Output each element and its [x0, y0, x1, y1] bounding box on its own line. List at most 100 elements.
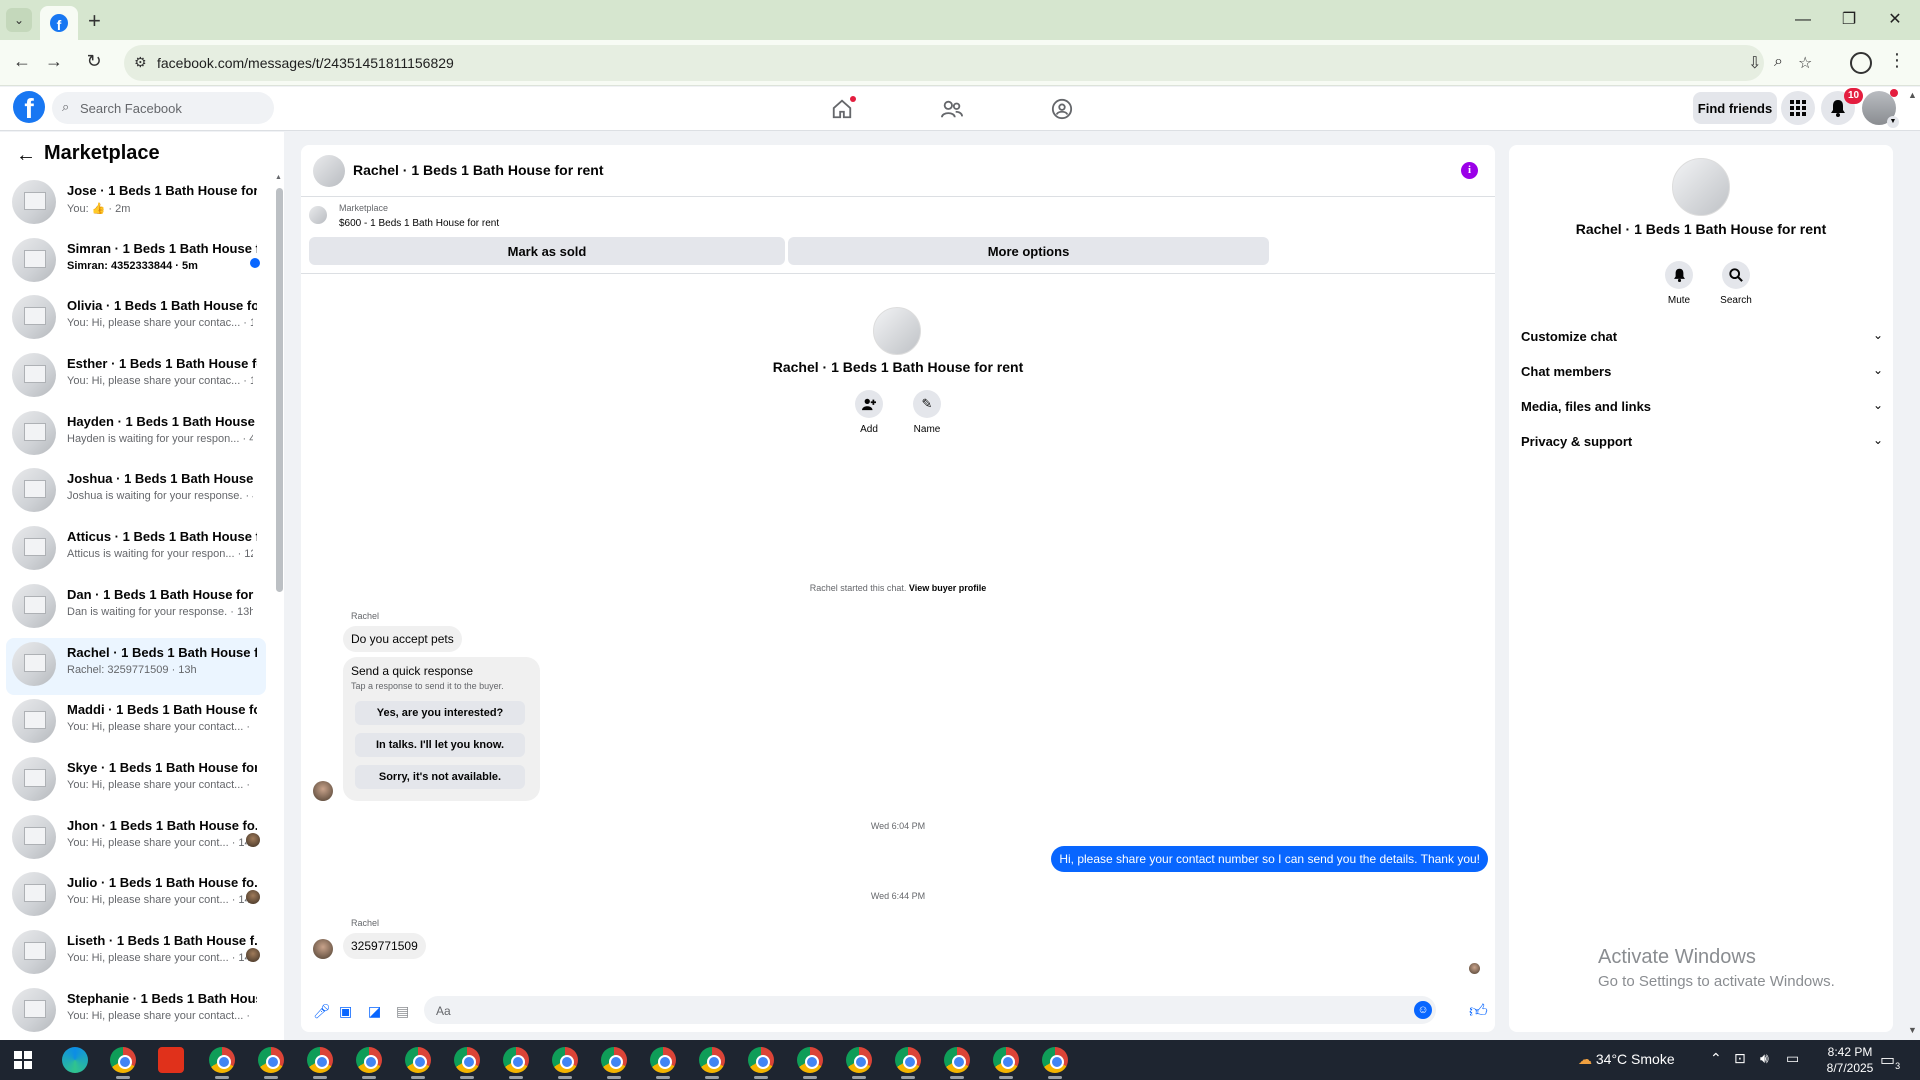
search-facebook-input[interactable]: ⌕ Search Facebook — [52, 92, 274, 124]
scroll-down-icon[interactable]: ▼ — [1908, 1025, 1917, 1035]
back-arrow-icon[interactable]: ← — [16, 144, 36, 167]
more-options-button[interactable]: More options — [788, 237, 1269, 265]
tab-search-button[interactable]: ⌄ — [6, 8, 32, 32]
url-text[interactable]: facebook.com/messages/t/2435145181115682… — [157, 55, 454, 71]
weather-widget[interactable]: ☁ 34°C Smoke — [1578, 1051, 1675, 1068]
chrome-window-icon[interactable] — [209, 1047, 235, 1073]
quick-response-option[interactable]: Sorry, it's not available. — [355, 765, 525, 789]
search-in-chat-button[interactable]: Search — [1711, 261, 1761, 306]
chrome-window-icon[interactable] — [895, 1047, 921, 1073]
edge-icon[interactable] — [62, 1047, 88, 1073]
conversation-item[interactable]: Liseth · 1 Beds 1 Bath House f... You: Hi… — [6, 926, 266, 984]
mark-as-sold-button[interactable]: Mark as sold — [309, 237, 785, 265]
tab-facebook[interactable]: f — [40, 6, 78, 40]
reload-icon[interactable]: ↻ — [82, 51, 106, 72]
browser-menu-icon[interactable]: ⋮ — [1888, 50, 1906, 71]
conversation-item[interactable]: Jhon · 1 Beds 1 Bath House fo... You: Hi,… — [6, 811, 266, 869]
zoom-icon[interactable]: ⌕ — [1774, 53, 1783, 71]
taskbar-clock[interactable]: 8:42 PM 8/7/2025 — [1820, 1044, 1880, 1076]
chrome-window-icon[interactable] — [699, 1047, 725, 1073]
conversation-item[interactable]: Stephanie · 1 Beds 1 Bath House... You: H… — [6, 984, 266, 1040]
attach-photo-icon[interactable]: ▣ — [339, 1003, 352, 1020]
mute-button[interactable]: Mute — [1654, 261, 1704, 306]
media-files-links-section[interactable]: Media, files and links ⌄ — [1521, 393, 1885, 421]
notification-center-icon[interactable]: ▭3 — [1880, 1050, 1900, 1071]
chrome-window-icon[interactable] — [307, 1047, 333, 1073]
chrome-window-icon[interactable] — [846, 1047, 872, 1073]
chrome-window-icon[interactable] — [258, 1047, 284, 1073]
browser-profile-icon[interactable] — [1850, 52, 1872, 74]
info-icon[interactable]: i — [1461, 162, 1478, 179]
chrome-window-icon[interactable] — [454, 1047, 480, 1073]
customize-chat-section[interactable]: Customize chat ⌄ — [1521, 323, 1885, 351]
site-info-icon[interactable]: ⚙ — [134, 54, 147, 71]
battery-icon[interactable]: ▭ — [1786, 1050, 1799, 1067]
chrome-window-icon[interactable] — [748, 1047, 774, 1073]
sticker-icon[interactable]: ◪ — [368, 1003, 381, 1020]
chrome-window-icon[interactable] — [601, 1047, 627, 1073]
conversation-item[interactable]: Julio · 1 Beds 1 Bath House fo... You: Hi… — [6, 868, 266, 926]
bookmark-star-icon[interactable]: ☆ — [1798, 53, 1812, 73]
find-friends-button[interactable]: Find friends — [1693, 92, 1777, 124]
message-input[interactable]: Aa ☺ — [424, 996, 1436, 1024]
conversation-item[interactable]: Olivia · 1 Beds 1 Bath House for ... You:… — [6, 291, 266, 349]
emoji-icon[interactable]: ☺ — [1414, 1001, 1432, 1019]
conversation-item[interactable]: Dan · 1 Beds 1 Bath House for re... Dan i… — [6, 580, 266, 638]
outgoing-message[interactable]: Hi, please share your contact number so … — [1051, 846, 1488, 872]
conversation-item[interactable]: Atticus · 1 Beds 1 Bath House fo... Attic… — [6, 522, 266, 580]
add-people-button[interactable]: Add — [839, 390, 899, 435]
minimize-button[interactable]: — — [1780, 6, 1826, 34]
chat-title[interactable]: Rachel · 1 Beds 1 Bath House for rent — [353, 162, 604, 178]
chat-avatar[interactable] — [313, 155, 345, 187]
install-app-icon[interactable]: ⇩ — [1748, 53, 1761, 73]
conversation-item[interactable]: Jose · 1 Beds 1 Bath House for r... You: … — [6, 176, 266, 234]
address-bar[interactable]: ⚙ facebook.com/messages/t/24351451811156… — [124, 45, 1812, 81]
menu-grid-icon[interactable] — [1781, 91, 1815, 125]
conversation-item[interactable]: Esther · 1 Beds 1 Bath House for ... You:… — [6, 349, 266, 407]
network-icon[interactable]: ⊡ — [1734, 1050, 1746, 1067]
chrome-window-icon[interactable] — [1042, 1047, 1068, 1073]
forward-arrow-icon[interactable]: → — [42, 51, 66, 72]
chrome-window-icon[interactable] — [944, 1047, 970, 1073]
sender-avatar[interactable] — [313, 939, 333, 959]
chrome-window-icon[interactable] — [503, 1047, 529, 1073]
chrome-window-icon[interactable] — [993, 1047, 1019, 1073]
anydesk-icon[interactable] — [158, 1047, 184, 1073]
chrome-window-icon[interactable] — [797, 1047, 823, 1073]
listing-thumbnail[interactable] — [309, 206, 327, 224]
page-scrollbar[interactable]: ▲ ▼ — [1906, 90, 1920, 1040]
maximize-button[interactable]: ❐ — [1826, 6, 1872, 34]
incoming-message[interactable]: 3259771509 — [343, 933, 426, 959]
tray-overflow-icon[interactable]: ⌃ — [1710, 1050, 1722, 1067]
conversation-item[interactable]: Maddi · 1 Beds 1 Bath House for... You: H… — [6, 695, 266, 753]
quick-response-option[interactable]: Yes, are you interested? — [355, 701, 525, 725]
chrome-window-icon[interactable] — [405, 1047, 431, 1073]
quick-response-option[interactable]: In talks. I'll let you know. — [355, 733, 525, 757]
conversation-item[interactable]: Joshua · 1 Beds 1 Bath House fo... Joshua… — [6, 464, 266, 522]
close-window-button[interactable]: ✕ — [1872, 6, 1918, 34]
volume-icon[interactable]: 🔊︎ — [1760, 1050, 1769, 1067]
conversation-item[interactable]: Hayden · 1 Beds 1 Bath House f... Hayden … — [6, 407, 266, 465]
view-buyer-profile-link[interactable]: View buyer profile — [909, 583, 986, 593]
conversation-item[interactable]: Skye · 1 Beds 1 Bath House for r... You: … — [6, 753, 266, 811]
conversation-item[interactable]: Rachel · 1 Beds 1 Bath House for... Rache… — [6, 637, 266, 696]
listing-title[interactable]: $600 - 1 Beds 1 Bath House for rent — [339, 218, 499, 229]
windows-start-icon[interactable] — [14, 1051, 32, 1069]
new-tab-button[interactable]: + — [88, 8, 101, 34]
chrome-window-icon[interactable] — [110, 1047, 136, 1073]
incoming-message[interactable]: Do you accept pets — [343, 626, 462, 652]
back-arrow-icon[interactable]: ← — [10, 51, 34, 72]
thumbs-up-icon[interactable]: 👍︎ — [1469, 1000, 1488, 1022]
gif-icon[interactable]: ▤ — [396, 1003, 409, 1020]
scroll-up-icon[interactable]: ▲ — [275, 174, 282, 181]
sender-avatar[interactable] — [313, 781, 333, 801]
chrome-window-icon[interactable] — [650, 1047, 676, 1073]
home-nav-icon[interactable] — [822, 96, 862, 122]
scroll-up-icon[interactable]: ▲ — [1908, 90, 1917, 100]
friends-nav-icon[interactable] — [932, 96, 972, 122]
account-avatar[interactable]: ▼ — [1862, 89, 1899, 128]
chrome-window-icon[interactable] — [356, 1047, 382, 1073]
sidebar-scrollbar[interactable]: ▲ ▼ — [275, 172, 283, 1032]
microphone-icon[interactable]: 🎤︎ — [313, 1003, 331, 1020]
privacy-support-section[interactable]: Privacy & support ⌄ — [1521, 428, 1885, 456]
